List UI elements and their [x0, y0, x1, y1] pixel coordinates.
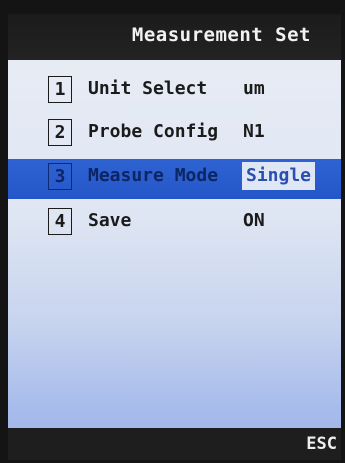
menu-item-number: 2	[48, 119, 72, 146]
menu-item-value[interactable]: Single	[242, 162, 316, 190]
menu-item-value: ON	[243, 210, 265, 231]
menu-item-label: Probe Config	[88, 121, 219, 142]
lcd-screen: Measurement Set 1 Unit Select um 2 Probe…	[8, 14, 341, 460]
menu-item-value: N1	[243, 121, 265, 142]
menu-item-number: 3	[48, 163, 72, 190]
esc-softkey[interactable]: ESC	[306, 434, 337, 454]
menu-item-measure-mode[interactable]: 3 Measure Mode Single	[8, 159, 341, 199]
menu-item-probe-config[interactable]: 2 Probe Config N1	[8, 115, 341, 155]
menu-item-label: Measure Mode	[88, 165, 219, 186]
menu-item-number: 1	[48, 76, 72, 103]
menu-item-unit-select[interactable]: 1 Unit Select um	[8, 72, 341, 112]
menu-item-label: Unit Select	[88, 78, 208, 99]
menu-item-value: um	[243, 78, 265, 99]
menu-item-label: Save	[88, 210, 132, 231]
softkey-bar: ESC	[8, 428, 341, 460]
menu-item-save[interactable]: 4 Save ON	[8, 204, 341, 244]
menu-item-number: 4	[48, 208, 72, 235]
page-title: Measurement Set	[131, 24, 311, 46]
title-bar: Measurement Set	[8, 14, 341, 60]
